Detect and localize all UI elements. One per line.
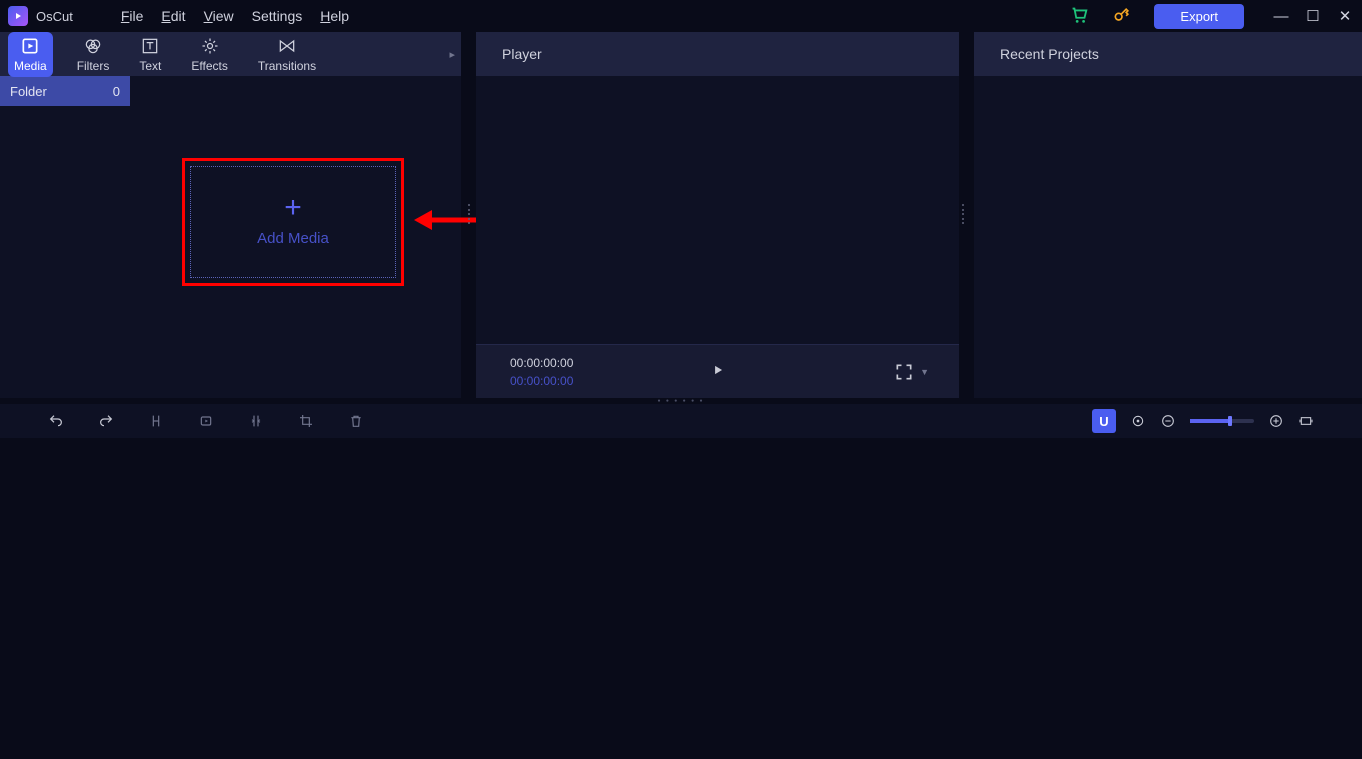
effects-icon (200, 36, 220, 56)
app-title: OsCut (36, 9, 73, 24)
recent-projects-header: Recent Projects (974, 32, 1362, 76)
tab-media-label: Media (14, 59, 47, 73)
tab-effects[interactable]: Effects (185, 32, 233, 77)
menu-settings[interactable]: Settings (252, 8, 303, 24)
player-controls: 00:00:00:00 00:00:00:00 ▼ (476, 344, 959, 398)
title-bar: OsCut File Edit View Settings Help Expor… (0, 0, 1362, 32)
media-panel: Media Filters Text Effects Transitions ▸ (0, 32, 461, 398)
player-panel: Player 00:00:00:00 00:00:00:00 ▼ (476, 32, 959, 398)
player-time-current: 00:00:00:00 (510, 356, 573, 370)
settings-icon[interactable] (1130, 413, 1146, 429)
cart-icon[interactable] (1068, 4, 1090, 29)
zoom-fit-button[interactable] (1298, 413, 1314, 429)
export-button[interactable]: Export (1154, 4, 1244, 29)
menu-help[interactable]: Help (320, 8, 349, 24)
undo-button[interactable] (48, 413, 64, 429)
folder-count: 0 (113, 84, 120, 99)
marker-button[interactable] (198, 413, 214, 429)
tab-transitions[interactable]: Transitions (252, 32, 322, 77)
tab-text[interactable]: Text (133, 32, 167, 77)
media-area: + Add Media (130, 76, 461, 398)
zoom-out-button[interactable] (1160, 413, 1176, 429)
panel-resize-handle-right[interactable] (962, 204, 967, 224)
timeline-area[interactable] (0, 438, 1362, 759)
chevron-down-icon: ▼ (920, 367, 929, 377)
tab-media[interactable]: Media (8, 32, 53, 77)
window-close-icon[interactable]: ✕ (1336, 7, 1354, 25)
player-time-total: 00:00:00:00 (510, 374, 573, 388)
tab-filters[interactable]: Filters (71, 32, 116, 77)
snap-toggle[interactable]: U (1092, 409, 1116, 433)
fullscreen-icon (894, 362, 914, 382)
split-button[interactable] (148, 413, 164, 429)
add-media-button[interactable]: + Add Media (190, 166, 396, 278)
plus-icon: + (284, 198, 302, 218)
media-icon (20, 36, 40, 56)
menu-bar: File Edit View Settings Help (121, 8, 349, 24)
recent-projects-panel: Recent Projects (974, 32, 1362, 398)
tab-transitions-label: Transitions (258, 59, 316, 73)
filters-icon (83, 36, 103, 56)
player-header: Player (476, 32, 959, 76)
key-icon[interactable] (1112, 5, 1132, 28)
crop-button[interactable] (298, 413, 314, 429)
tab-text-label: Text (139, 59, 161, 73)
window-maximize-icon[interactable]: ☐ (1304, 7, 1322, 25)
menu-edit[interactable]: Edit (161, 8, 185, 24)
timeline-toolbar: U (0, 404, 1362, 438)
tool-tabs: Media Filters Text Effects Transitions ▸ (0, 32, 461, 76)
add-media-highlight: + Add Media (182, 158, 404, 286)
player-viewport (476, 76, 959, 344)
folder-label: Folder (10, 84, 47, 99)
trim-button[interactable] (248, 413, 264, 429)
recent-projects-body (974, 76, 1362, 398)
menu-view[interactable]: View (204, 8, 234, 24)
delete-button[interactable] (348, 413, 364, 429)
window-minimize-icon[interactable]: — (1272, 8, 1290, 25)
add-media-label: Add Media (257, 230, 329, 247)
folder-sidebar: Folder 0 (0, 76, 130, 398)
play-button[interactable] (711, 363, 725, 380)
panel-resize-handle-left[interactable] (468, 204, 473, 224)
tab-effects-label: Effects (191, 59, 227, 73)
play-icon (711, 363, 725, 377)
app-logo (8, 6, 28, 26)
folder-item[interactable]: Folder 0 (0, 76, 130, 106)
text-icon (140, 36, 160, 56)
menu-file[interactable]: File (121, 8, 144, 24)
redo-button[interactable] (98, 413, 114, 429)
zoom-slider[interactable] (1190, 419, 1254, 423)
fullscreen-button[interactable]: ▼ (894, 362, 929, 382)
zoom-in-button[interactable] (1268, 413, 1284, 429)
transitions-icon (277, 36, 297, 56)
expand-tabs-icon[interactable]: ▸ (449, 48, 455, 61)
tab-filters-label: Filters (77, 59, 110, 73)
